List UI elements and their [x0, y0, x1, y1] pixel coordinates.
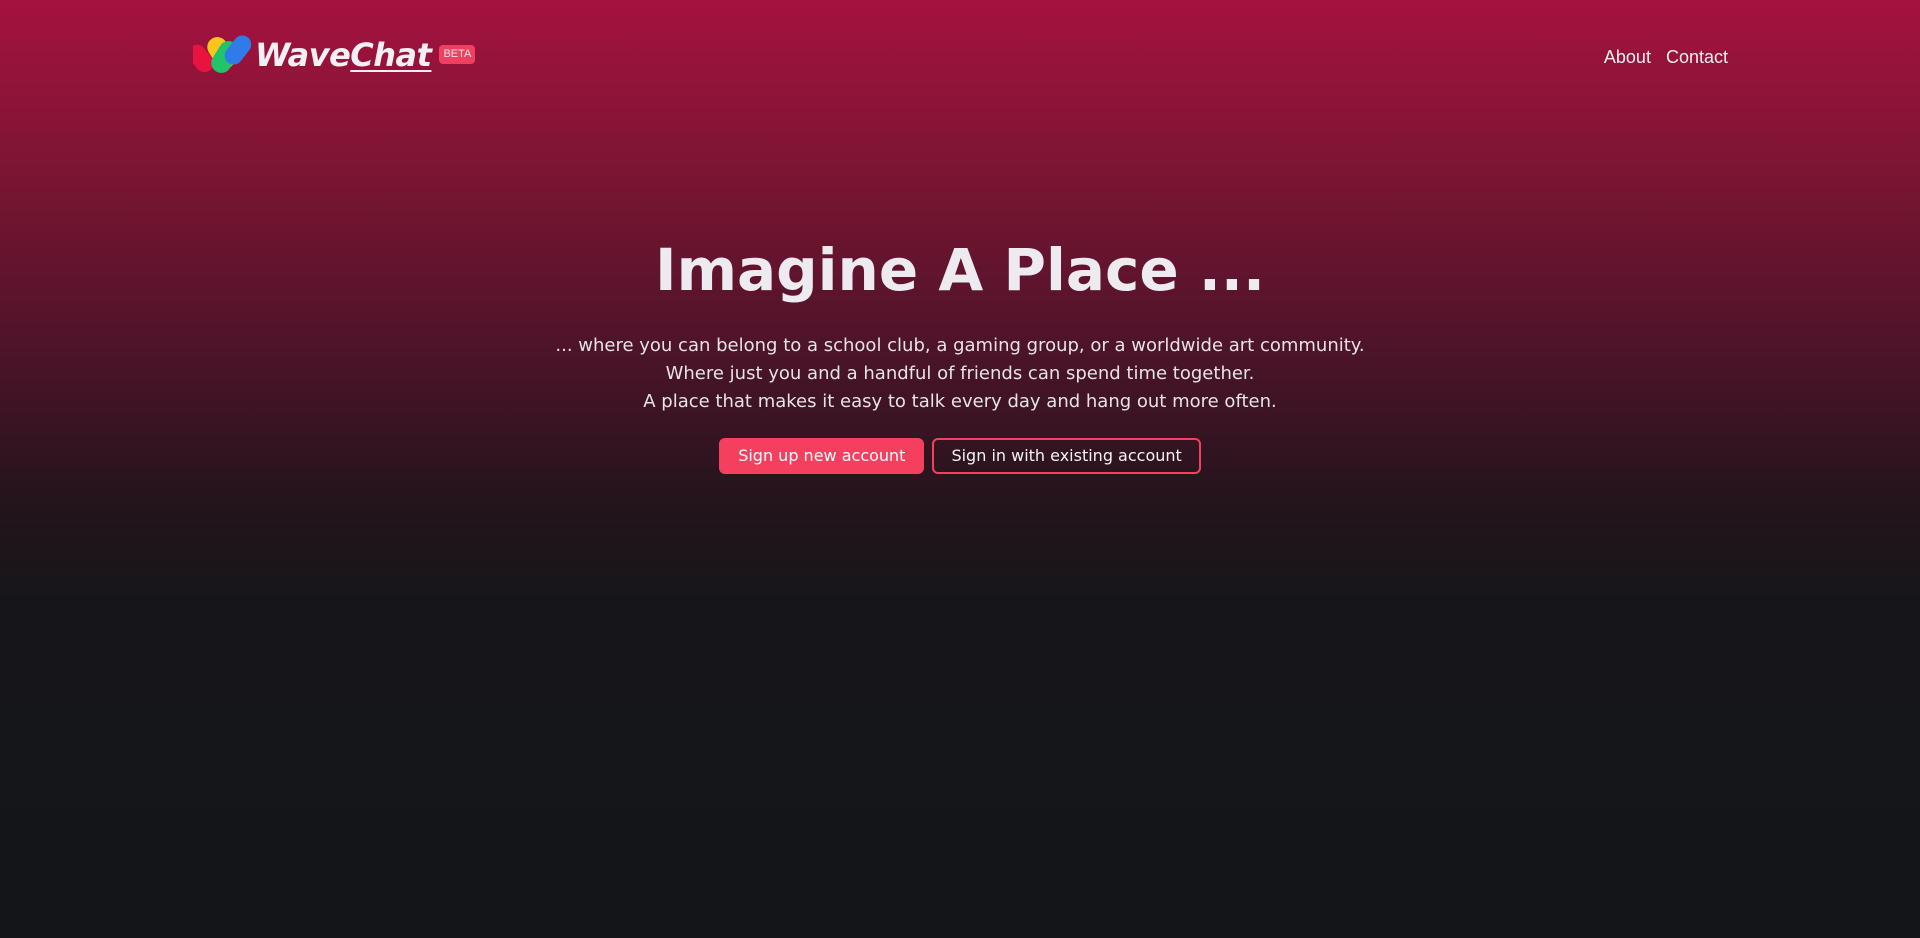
brand-home-link[interactable]: WaveChat BETA [193, 34, 476, 76]
hero-title: Imagine A Place ... [655, 236, 1265, 304]
hero-line-1: ... where you can belong to a school clu… [555, 335, 1365, 356]
beta-badge: BETA [439, 45, 476, 64]
hero-line-3: A place that makes it easy to talk every… [643, 391, 1277, 412]
sign-in-button[interactable]: Sign in with existing account [932, 438, 1201, 474]
hero-description: ... where you can belong to a school clu… [0, 332, 1920, 416]
nav-link-contact[interactable]: Contact [1666, 47, 1728, 68]
brand-name-wave: Wave [255, 36, 351, 74]
hero-line-2: Where just you and a handful of friends … [665, 363, 1255, 384]
brand-name-chat: Chat [350, 36, 432, 74]
brand-wordmark: WaveChat [255, 34, 432, 76]
nav-links: About Contact [1604, 47, 1728, 68]
top-navbar: WaveChat BETA About Contact [0, 0, 1920, 110]
sign-up-button[interactable]: Sign up new account [719, 438, 925, 474]
hero-actions: Sign up new account Sign in with existin… [0, 438, 1920, 474]
nav-link-about[interactable]: About [1604, 47, 1651, 68]
wavechat-logo-icon [193, 35, 251, 73]
hero-section: Imagine A Place ... ... where you can be… [0, 230, 1920, 474]
